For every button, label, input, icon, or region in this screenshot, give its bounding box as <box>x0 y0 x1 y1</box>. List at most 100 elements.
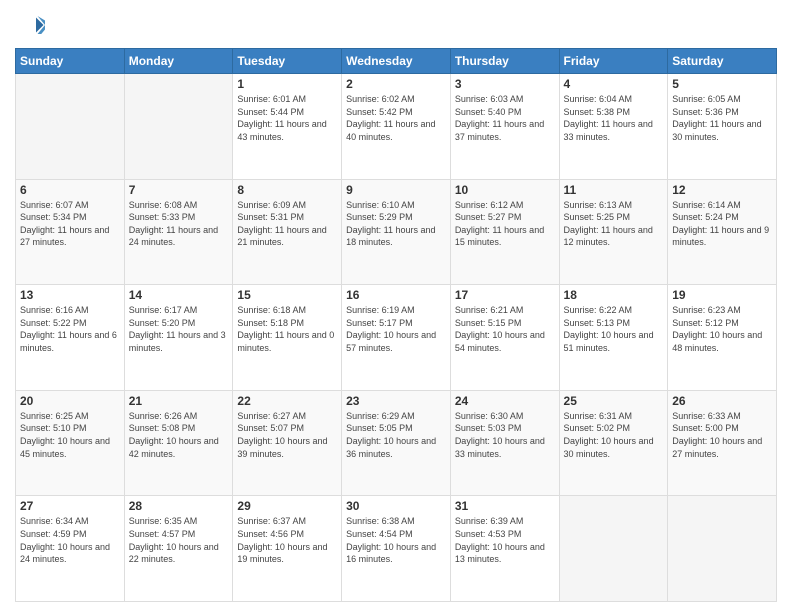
day-number: 27 <box>20 499 120 513</box>
day-info: Sunrise: 6:27 AM Sunset: 5:07 PM Dayligh… <box>237 410 337 460</box>
day-number: 28 <box>129 499 229 513</box>
day-number: 9 <box>346 183 446 197</box>
calendar-cell: 4 Sunrise: 6:04 AM Sunset: 5:38 PM Daylig… <box>559 74 668 180</box>
calendar-week-row: 20 Sunrise: 6:25 AM Sunset: 5:10 PM Dayli… <box>16 390 777 496</box>
day-info: Sunrise: 6:16 AM Sunset: 5:22 PM Dayligh… <box>20 304 120 354</box>
day-info: Sunrise: 6:08 AM Sunset: 5:33 PM Dayligh… <box>129 199 229 249</box>
day-number: 5 <box>672 77 772 91</box>
day-number: 15 <box>237 288 337 302</box>
calendar-cell: 23 Sunrise: 6:29 AM Sunset: 5:05 PM Dayli… <box>342 390 451 496</box>
day-number: 22 <box>237 394 337 408</box>
day-number: 23 <box>346 394 446 408</box>
day-number: 13 <box>20 288 120 302</box>
calendar-cell: 3 Sunrise: 6:03 AM Sunset: 5:40 PM Daylig… <box>450 74 559 180</box>
calendar-cell: 14 Sunrise: 6:17 AM Sunset: 5:20 PM Dayli… <box>124 285 233 391</box>
day-info: Sunrise: 6:13 AM Sunset: 5:25 PM Dayligh… <box>564 199 664 249</box>
day-number: 19 <box>672 288 772 302</box>
calendar-week-row: 6 Sunrise: 6:07 AM Sunset: 5:34 PM Daylig… <box>16 179 777 285</box>
calendar-cell: 11 Sunrise: 6:13 AM Sunset: 5:25 PM Dayli… <box>559 179 668 285</box>
day-number: 14 <box>129 288 229 302</box>
day-info: Sunrise: 6:18 AM Sunset: 5:18 PM Dayligh… <box>237 304 337 354</box>
logo-icon <box>15 10 45 40</box>
calendar-cell: 26Sunrise: 6:33 AM Sunset: 5:00 PM Dayli… <box>668 390 777 496</box>
day-info: Sunrise: 6:10 AM Sunset: 5:29 PM Dayligh… <box>346 199 446 249</box>
calendar-cell: 12Sunrise: 6:14 AM Sunset: 5:24 PM Dayli… <box>668 179 777 285</box>
day-number: 16 <box>346 288 446 302</box>
day-info: Sunrise: 6:34 AM Sunset: 4:59 PM Dayligh… <box>20 515 120 565</box>
calendar-week-row: 27 Sunrise: 6:34 AM Sunset: 4:59 PM Dayli… <box>16 496 777 602</box>
day-number: 29 <box>237 499 337 513</box>
day-header-wednesday: Wednesday <box>342 49 451 74</box>
calendar-week-row: 13 Sunrise: 6:16 AM Sunset: 5:22 PM Dayli… <box>16 285 777 391</box>
day-info: Sunrise: 6:26 AM Sunset: 5:08 PM Dayligh… <box>129 410 229 460</box>
day-number: 10 <box>455 183 555 197</box>
calendar-week-row: 1 Sunrise: 6:01 AM Sunset: 5:44 PM Daylig… <box>16 74 777 180</box>
day-info: Sunrise: 6:37 AM Sunset: 4:56 PM Dayligh… <box>237 515 337 565</box>
calendar-cell <box>668 496 777 602</box>
calendar-cell: 22 Sunrise: 6:27 AM Sunset: 5:07 PM Dayli… <box>233 390 342 496</box>
calendar-cell: 31 Sunrise: 6:39 AM Sunset: 4:53 PM Dayli… <box>450 496 559 602</box>
day-info: Sunrise: 6:12 AM Sunset: 5:27 PM Dayligh… <box>455 199 555 249</box>
calendar-cell: 29 Sunrise: 6:37 AM Sunset: 4:56 PM Dayli… <box>233 496 342 602</box>
day-info: Sunrise: 6:31 AM Sunset: 5:02 PM Dayligh… <box>564 410 664 460</box>
day-info: Sunrise: 6:29 AM Sunset: 5:05 PM Dayligh… <box>346 410 446 460</box>
logo <box>15 10 49 40</box>
calendar-cell: 25 Sunrise: 6:31 AM Sunset: 5:02 PM Dayli… <box>559 390 668 496</box>
day-number: 25 <box>564 394 664 408</box>
page: SundayMondayTuesdayWednesdayThursdayFrid… <box>0 0 792 612</box>
day-number: 7 <box>129 183 229 197</box>
calendar-cell: 10 Sunrise: 6:12 AM Sunset: 5:27 PM Dayli… <box>450 179 559 285</box>
calendar-cell: 8 Sunrise: 6:09 AM Sunset: 5:31 PM Daylig… <box>233 179 342 285</box>
calendar-cell: 6 Sunrise: 6:07 AM Sunset: 5:34 PM Daylig… <box>16 179 125 285</box>
day-header-tuesday: Tuesday <box>233 49 342 74</box>
calendar-cell: 5Sunrise: 6:05 AM Sunset: 5:36 PM Daylig… <box>668 74 777 180</box>
calendar-cell: 9 Sunrise: 6:10 AM Sunset: 5:29 PM Daylig… <box>342 179 451 285</box>
day-info: Sunrise: 6:09 AM Sunset: 5:31 PM Dayligh… <box>237 199 337 249</box>
day-number: 1 <box>237 77 337 91</box>
day-info: Sunrise: 6:19 AM Sunset: 5:17 PM Dayligh… <box>346 304 446 354</box>
day-header-saturday: Saturday <box>668 49 777 74</box>
calendar-cell <box>559 496 668 602</box>
day-info: Sunrise: 6:22 AM Sunset: 5:13 PM Dayligh… <box>564 304 664 354</box>
day-number: 8 <box>237 183 337 197</box>
day-info: Sunrise: 6:39 AM Sunset: 4:53 PM Dayligh… <box>455 515 555 565</box>
day-info: Sunrise: 6:21 AM Sunset: 5:15 PM Dayligh… <box>455 304 555 354</box>
calendar-table: SundayMondayTuesdayWednesdayThursdayFrid… <box>15 48 777 602</box>
day-info: Sunrise: 6:07 AM Sunset: 5:34 PM Dayligh… <box>20 199 120 249</box>
calendar-cell: 24 Sunrise: 6:30 AM Sunset: 5:03 PM Dayli… <box>450 390 559 496</box>
day-number: 20 <box>20 394 120 408</box>
day-info: Sunrise: 6:03 AM Sunset: 5:40 PM Dayligh… <box>455 93 555 143</box>
day-number: 18 <box>564 288 664 302</box>
day-number: 26 <box>672 394 772 408</box>
day-info: Sunrise: 6:25 AM Sunset: 5:10 PM Dayligh… <box>20 410 120 460</box>
calendar-cell: 13 Sunrise: 6:16 AM Sunset: 5:22 PM Dayli… <box>16 285 125 391</box>
day-number: 2 <box>346 77 446 91</box>
calendar-cell: 20 Sunrise: 6:25 AM Sunset: 5:10 PM Dayli… <box>16 390 125 496</box>
header <box>15 10 777 40</box>
day-number: 31 <box>455 499 555 513</box>
day-info: Sunrise: 6:17 AM Sunset: 5:20 PM Dayligh… <box>129 304 229 354</box>
calendar-cell: 21 Sunrise: 6:26 AM Sunset: 5:08 PM Dayli… <box>124 390 233 496</box>
day-number: 21 <box>129 394 229 408</box>
calendar-cell <box>16 74 125 180</box>
day-number: 24 <box>455 394 555 408</box>
calendar-cell: 28 Sunrise: 6:35 AM Sunset: 4:57 PM Dayli… <box>124 496 233 602</box>
day-header-thursday: Thursday <box>450 49 559 74</box>
calendar-cell <box>124 74 233 180</box>
day-number: 4 <box>564 77 664 91</box>
day-info: Sunrise: 6:14 AM Sunset: 5:24 PM Dayligh… <box>672 199 772 249</box>
calendar-cell: 27 Sunrise: 6:34 AM Sunset: 4:59 PM Dayli… <box>16 496 125 602</box>
calendar-cell: 19 Sunrise: 6:23 AM Sunset: 5:12 PM Dayli… <box>668 285 777 391</box>
day-info: Sunrise: 6:30 AM Sunset: 5:03 PM Dayligh… <box>455 410 555 460</box>
day-info: Sunrise: 6:35 AM Sunset: 4:57 PM Dayligh… <box>129 515 229 565</box>
calendar-cell: 16 Sunrise: 6:19 AM Sunset: 5:17 PM Dayli… <box>342 285 451 391</box>
day-number: 11 <box>564 183 664 197</box>
day-info: Sunrise: 6:04 AM Sunset: 5:38 PM Dayligh… <box>564 93 664 143</box>
day-number: 3 <box>455 77 555 91</box>
calendar-header-row: SundayMondayTuesdayWednesdayThursdayFrid… <box>16 49 777 74</box>
day-info: Sunrise: 6:01 AM Sunset: 5:44 PM Dayligh… <box>237 93 337 143</box>
calendar-cell: 18 Sunrise: 6:22 AM Sunset: 5:13 PM Dayli… <box>559 285 668 391</box>
day-info: Sunrise: 6:23 AM Sunset: 5:12 PM Dayligh… <box>672 304 772 354</box>
day-header-monday: Monday <box>124 49 233 74</box>
day-number: 6 <box>20 183 120 197</box>
